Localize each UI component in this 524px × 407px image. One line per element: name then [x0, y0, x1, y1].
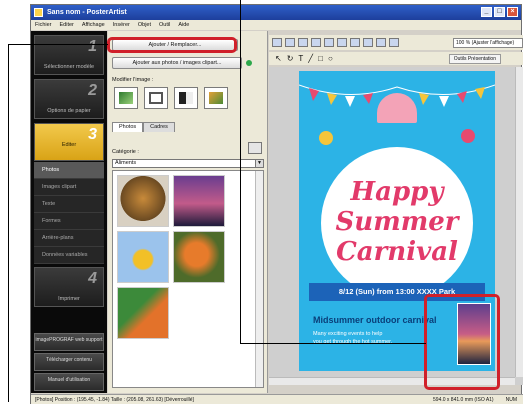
menu-inserer[interactable]: Insérer [113, 22, 130, 28]
subitem-backgrounds[interactable]: Arrière-plans [34, 230, 104, 247]
download-content-button[interactable]: Télécharger contenu [34, 353, 104, 371]
zoom-select[interactable]: 100 % (Ajuster l'affichage) [453, 37, 523, 48]
select-arrow-icon[interactable]: ↖ [275, 54, 282, 63]
web-support-button[interactable]: imagePROGRAF web support [34, 333, 104, 351]
thumbnail-vegetables[interactable] [117, 287, 169, 339]
step-number: 4 [88, 270, 97, 287]
status-position: [Photos] Position : (195.45, -1.84) Tail… [35, 397, 194, 403]
category-value: Aliments [115, 160, 137, 166]
modify-image-label: Modifier l'image : [112, 77, 154, 83]
minimize-button[interactable]: _ [481, 7, 492, 17]
zoom-in-icon[interactable] [376, 38, 386, 47]
edit-panel: Ajouter / Remplacer... Ajouter aux photo… [108, 31, 268, 393]
window-title: Sans nom - PosterArtist [47, 9, 127, 16]
list-view-icon[interactable] [248, 142, 262, 154]
callout-line [8, 44, 108, 45]
poster-title-happy: Happy [350, 177, 444, 207]
thumbnail-sunflower[interactable] [117, 231, 169, 283]
save-icon[interactable] [298, 38, 308, 47]
callout-line [240, 0, 241, 344]
menu-objet[interactable]: Objet [138, 22, 151, 28]
step-navigation: 1 Sélectionner modèle 2 Options de papie… [31, 31, 107, 393]
open-icon[interactable] [285, 38, 295, 47]
maximize-button[interactable]: □ [494, 7, 505, 17]
thumbnail-papaya[interactable] [173, 231, 225, 283]
subitem-photos[interactable]: Photos [34, 162, 104, 179]
close-button[interactable]: × [507, 7, 518, 17]
category-label: Catégorie : [112, 149, 139, 155]
balloon-decoration [461, 129, 475, 143]
subitem-text[interactable]: Texte [34, 196, 104, 213]
color-adjust-icon[interactable] [204, 87, 228, 109]
event-title: Midsummer outdoor carnival [313, 315, 437, 325]
highlight-selected-photo [424, 294, 500, 390]
category-select[interactable]: Aliments ▼ [112, 159, 264, 168]
status-dot-icon [246, 60, 252, 66]
status-paper-size: 594.0 x 841.0 mm (ISO A1) [433, 397, 494, 403]
step-label: Options de papier [47, 108, 91, 114]
edit-subitems: Photos Images clipart Texte Formes Arriè… [34, 162, 104, 264]
step-1-select-template[interactable]: 1 Sélectionner modèle [34, 35, 104, 75]
tab-frames[interactable]: Cadres [143, 122, 175, 132]
poster-title-summer: Summer [335, 207, 459, 237]
status-bar: [Photos] Position : (195.45, -1.84) Tail… [31, 394, 523, 404]
crop-icon[interactable] [144, 87, 168, 109]
step-3-edit[interactable]: 3 Editer [34, 123, 104, 161]
photo-gallery [112, 170, 264, 388]
step-label: Imprimer [58, 296, 80, 302]
tab-bar: Photos Cadres [112, 122, 175, 132]
zoom-out-icon[interactable] [389, 38, 399, 47]
add-to-photos-button[interactable]: Ajouter aux photos / images clipart... [112, 57, 242, 69]
menu-editer[interactable]: Editer [60, 22, 74, 28]
title-bar: Sans nom - PosterArtist _ □ × [31, 5, 521, 20]
thumbnail-lion[interactable] [117, 175, 169, 227]
menu-outil[interactable]: Outil [159, 22, 170, 28]
callout-line [8, 44, 9, 402]
brightness-icon[interactable] [174, 87, 198, 109]
line-tool-icon[interactable]: ╱ [308, 54, 313, 63]
subitem-variable-data[interactable]: Données variables [34, 247, 104, 264]
print-icon[interactable] [311, 38, 321, 47]
balloon-decoration [319, 131, 333, 145]
step-label: Sélectionner modèle [43, 64, 95, 70]
ellipse-tool-icon[interactable]: ○ [328, 54, 333, 63]
highlight-replace-button [107, 37, 237, 53]
menu-aide[interactable]: Aide [178, 22, 189, 28]
user-manual-button[interactable]: Manuel d'utilisation [34, 373, 104, 391]
presentation-tools-button[interactable]: Outils Présentation [448, 53, 501, 64]
undo-icon[interactable] [324, 38, 334, 47]
thumbnail-sunset[interactable] [173, 175, 225, 227]
main-toolbar: 100 % (Ajuster l'affichage) [269, 35, 523, 50]
poster-title-carnival: Carnival [336, 237, 458, 267]
vertical-scrollbar[interactable] [515, 67, 523, 377]
status-num-lock: NUM [505, 397, 517, 403]
rectangle-tool-icon[interactable]: □ [318, 54, 323, 63]
new-icon[interactable] [272, 38, 282, 47]
step-number: 1 [88, 38, 97, 55]
menu-bar: Fichier Editer Affichage Insérer Objet O… [31, 20, 521, 30]
step-label: Editer [61, 142, 77, 148]
align-icon[interactable] [350, 38, 360, 47]
subitem-shapes[interactable]: Formes [34, 213, 104, 230]
chevron-down-icon: ▼ [255, 160, 263, 167]
image-effect-icon[interactable] [114, 87, 138, 109]
tab-photos[interactable]: Photos [112, 122, 144, 132]
step-2-paper-options[interactable]: 2 Options de papier [34, 79, 104, 119]
subitem-clipart[interactable]: Images clipart [34, 179, 104, 196]
step-number: 2 [88, 82, 97, 99]
menu-fichier[interactable]: Fichier [35, 22, 52, 28]
gallery-scrollbar[interactable] [255, 171, 263, 387]
menu-affichage[interactable]: Affichage [82, 22, 105, 28]
callout-line [240, 343, 426, 344]
rotate-icon[interactable]: ↻ [287, 54, 294, 63]
step-4-print[interactable]: 4 Imprimer [34, 267, 104, 307]
drawing-toolbar: ↖ ↻ T ╱ □ ○ Outils Présentation [269, 52, 523, 65]
redo-icon[interactable] [337, 38, 347, 47]
text-tool-icon[interactable]: T [298, 54, 303, 63]
app-icon [34, 8, 43, 17]
layer-icon[interactable] [363, 38, 373, 47]
